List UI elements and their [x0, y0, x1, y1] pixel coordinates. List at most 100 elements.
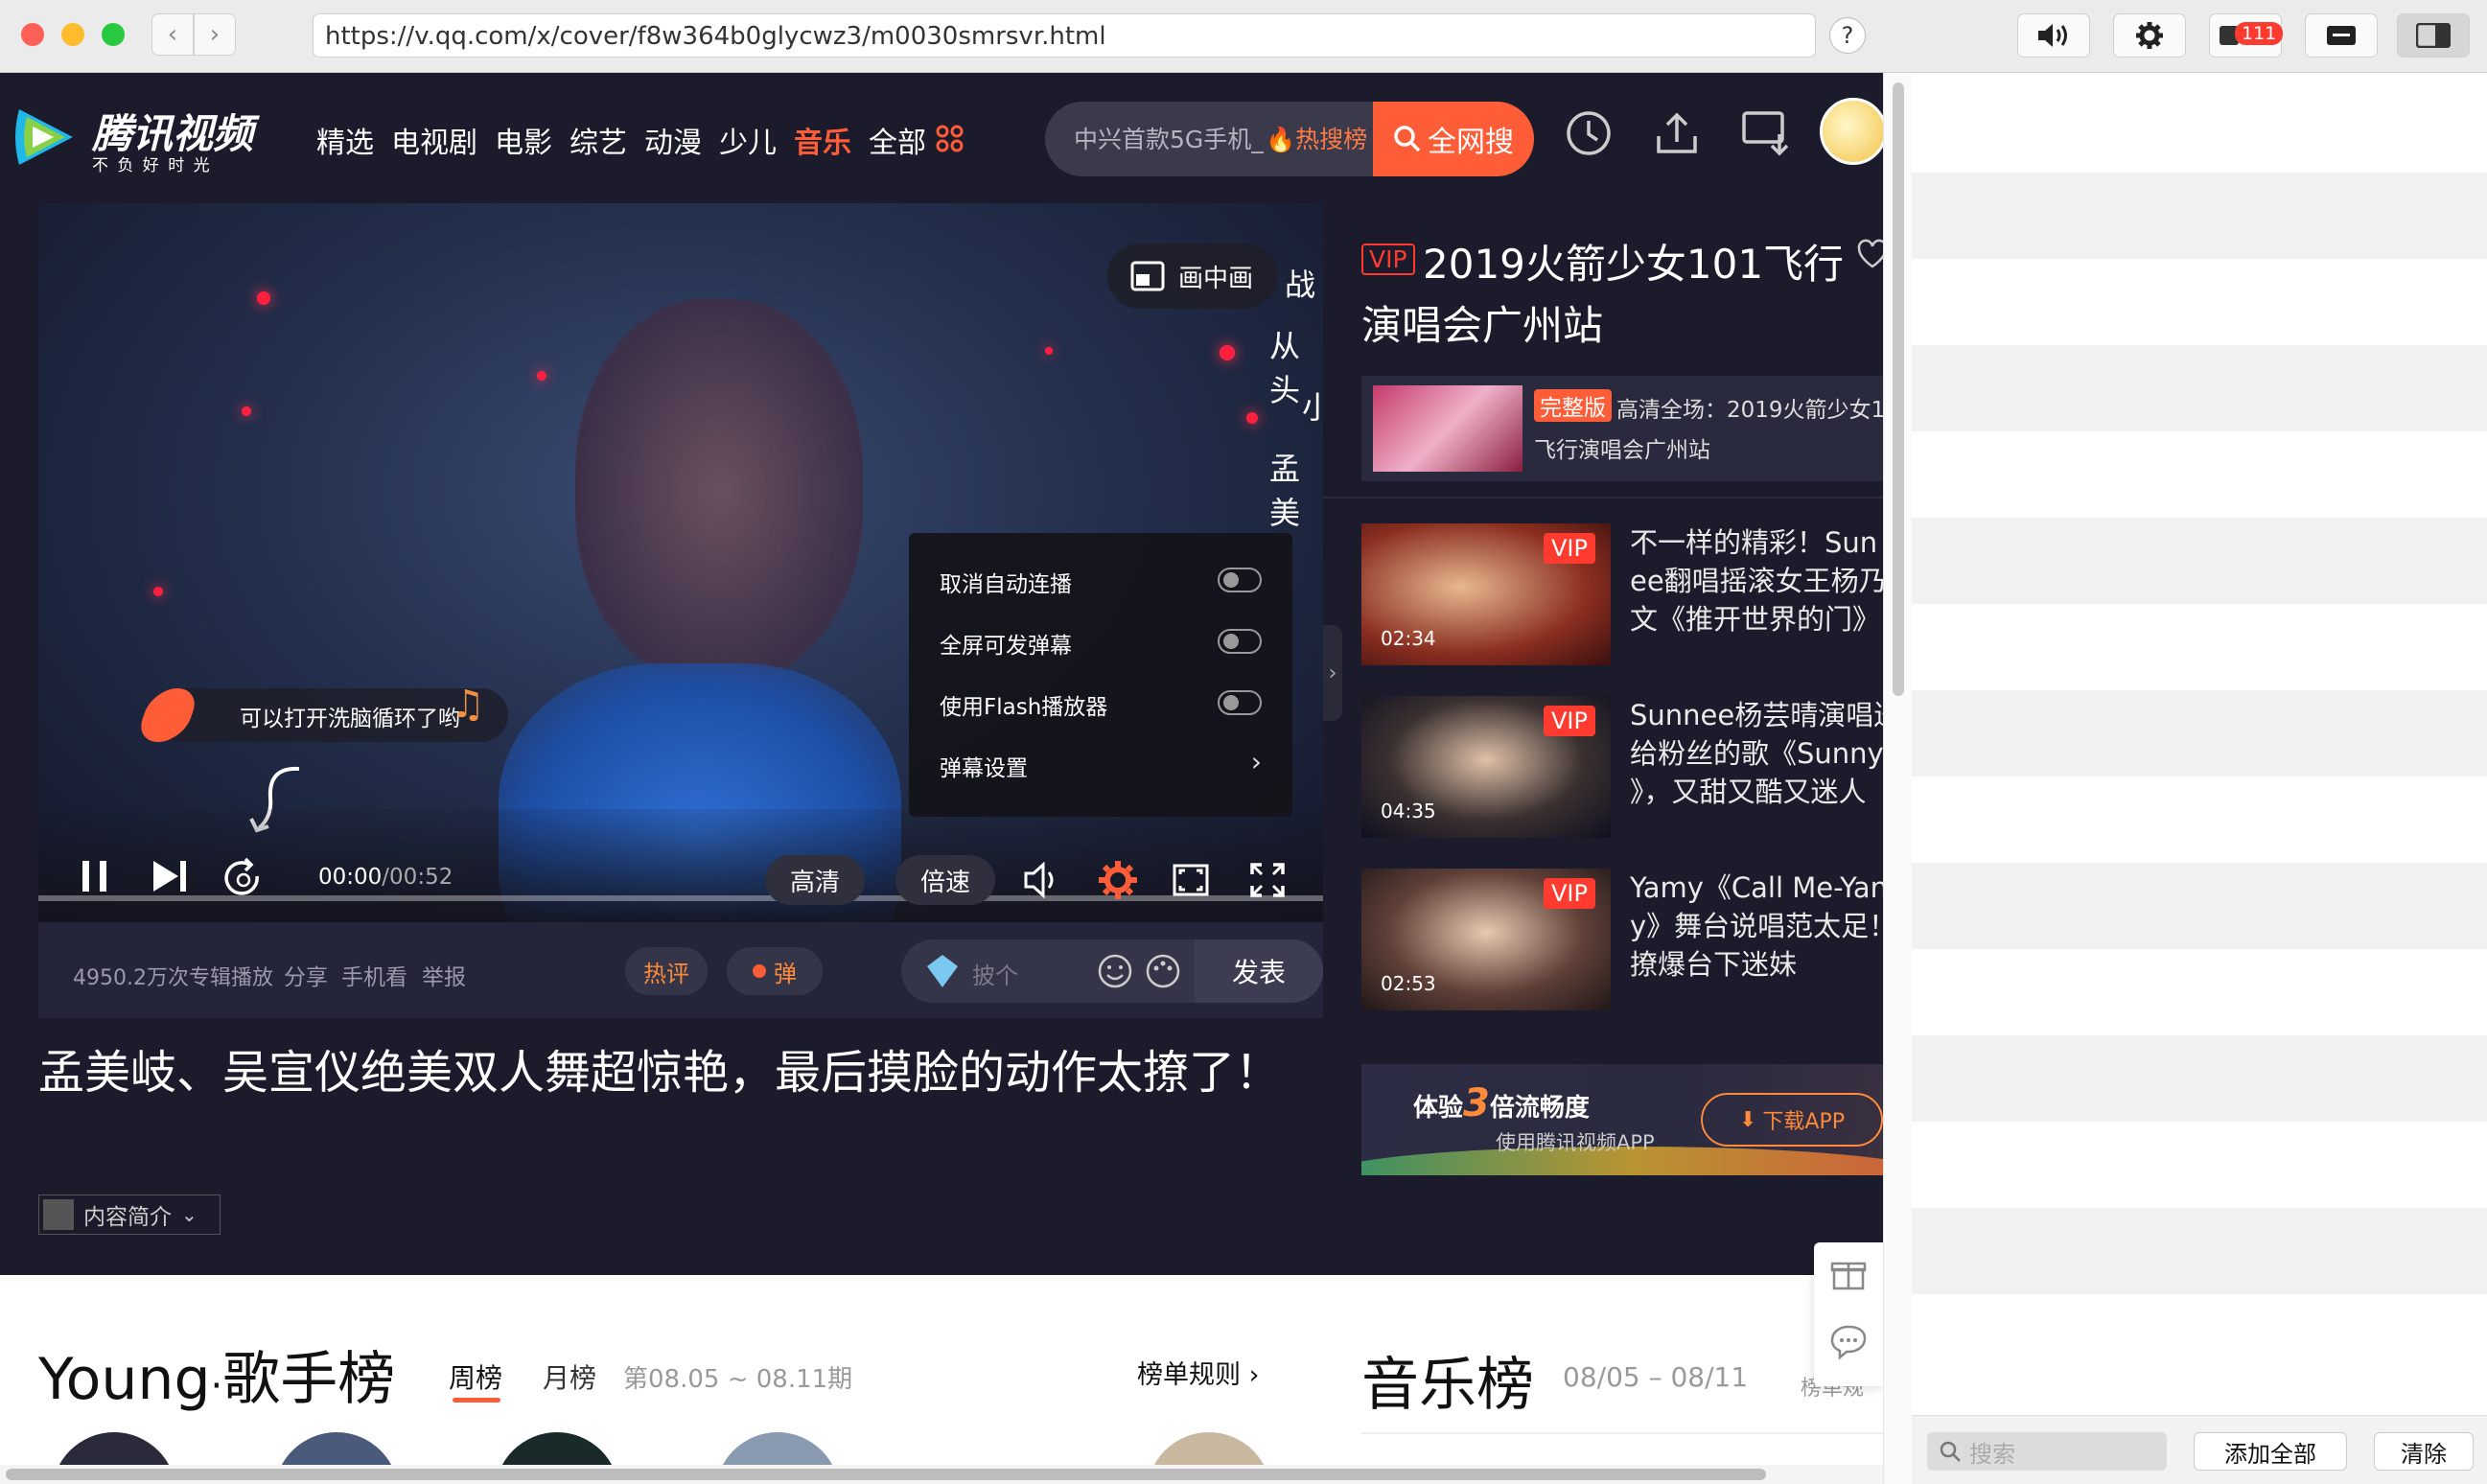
scrollbar-thumb[interactable]: [1893, 82, 1904, 696]
chart1-rules-link[interactable]: 榜单规则 ›: [1137, 1354, 1259, 1391]
toggle-autoplay[interactable]: [1218, 568, 1262, 592]
pip-button[interactable]: 画中画: [1107, 243, 1278, 309]
video-title-line[interactable]: y》舞台说唱范太足！: [1630, 907, 1883, 945]
music-note-icon: ♫: [451, 683, 485, 727]
pause-icon[interactable]: [77, 857, 115, 895]
full-version-thumbnail: [1373, 385, 1522, 472]
horizontal-scrollbar[interactable]: [0, 1465, 1883, 1484]
avatar[interactable]: [1820, 98, 1883, 165]
video-title-line[interactable]: ee翻唱摇滚女王杨乃: [1630, 562, 1883, 600]
nav-item-movie[interactable]: 电影: [495, 119, 552, 161]
notification-extension-button[interactable]: 111: [2209, 13, 2284, 58]
video-title-line[interactable]: 不一样的精彩！Sun: [1630, 523, 1877, 562]
vip-diamond-icon: [927, 955, 958, 987]
gear-icon: [2136, 22, 2163, 49]
address-bar[interactable]: https://v.qq.com/x/cover/f8w364b0glycwz3…: [313, 13, 1816, 58]
divider: [1361, 1432, 1883, 1434]
search-input[interactable]: 中兴首款5G手机_: [1074, 121, 1264, 155]
gift-icon[interactable]: [1829, 1254, 1868, 1292]
collapse-panel-handle[interactable]: ›: [1323, 625, 1342, 721]
time-display: 00:00/00:52: [318, 865, 453, 890]
sidebar-search-input[interactable]: 搜索: [1927, 1432, 2167, 1471]
search-button[interactable]: 全网搜: [1373, 102, 1534, 176]
nav-item-anime[interactable]: 动漫: [644, 119, 702, 161]
vertical-scrollbar[interactable]: [1883, 73, 1912, 1484]
chart1-title-a: Young: [38, 1346, 211, 1413]
volume-icon[interactable]: [1022, 859, 1064, 901]
widescreen-icon[interactable]: [1172, 861, 1210, 899]
fullscreen-icon[interactable]: [1248, 861, 1287, 899]
lyric-line: 小: [1302, 389, 1323, 426]
settings-gear-icon[interactable]: [1097, 859, 1139, 901]
danmu-toggle[interactable]: 弹: [727, 947, 823, 995]
tab-week[interactable]: 周榜: [449, 1357, 502, 1396]
intro-toggle[interactable]: 内容简介 ⌄: [38, 1194, 221, 1235]
clear-button[interactable]: 清除: [2374, 1432, 2474, 1471]
video-title-line[interactable]: 文《推开世界的门》: [1630, 600, 1880, 638]
loop-icon[interactable]: [222, 857, 265, 899]
intro-label: 内容简介: [83, 1205, 172, 1230]
video-title-line[interactable]: 撩爆台下迷妹: [1630, 945, 1797, 984]
mobile-watch-link[interactable]: 手机看: [341, 959, 407, 991]
forward-button[interactable]: ›: [194, 13, 236, 56]
video-duration: 02:34: [1381, 627, 1436, 650]
nav-item-tv[interactable]: 电视剧: [391, 119, 477, 161]
notification-badge: 111: [2235, 22, 2284, 45]
chart-section: Young·歌手榜 周榜 月榜 第08.05 ~ 08.11期 榜单规则 › 音…: [0, 1275, 1883, 1484]
next-icon[interactable]: [150, 857, 192, 895]
nav-item-kids[interactable]: 少儿: [719, 119, 777, 161]
album-title-line2: 演唱会广州站: [1361, 302, 1604, 349]
scrollbar-thumb[interactable]: [6, 1469, 1766, 1480]
video-title-line[interactable]: Sunnee杨芸晴演唱送: [1630, 696, 1883, 734]
hot-comment-button[interactable]: 热评: [625, 947, 708, 995]
video-title-line[interactable]: 给粉丝的歌《Sunny: [1630, 734, 1883, 773]
chart1-rules-label: 榜单规则: [1137, 1360, 1241, 1390]
message-extension-button[interactable]: [2305, 13, 2378, 58]
speed-button[interactable]: 倍速: [895, 855, 995, 905]
logo-slogan: 不 负 好 时 光: [92, 156, 212, 175]
history-icon[interactable]: [1565, 109, 1613, 157]
hot-search-link[interactable]: 🔥热搜榜: [1266, 121, 1367, 155]
banner-headline: 体验3倍流畅度: [1413, 1081, 1590, 1125]
settings-extension-button[interactable]: [2113, 13, 2186, 58]
floating-toolbar: [1814, 1242, 1883, 1386]
close-window-button[interactable]: [21, 23, 44, 46]
add-all-button[interactable]: 添加全部: [2194, 1432, 2347, 1471]
message-icon: [2327, 26, 2356, 45]
nav-item-variety[interactable]: 综艺: [569, 119, 627, 161]
audio-button[interactable]: [2017, 13, 2090, 58]
tab-active-indicator: [453, 1398, 500, 1403]
toggle-flash[interactable]: [1218, 690, 1262, 715]
menu-item-danmu-settings[interactable]: 弹幕设置: [940, 750, 1266, 782]
video-title-line[interactable]: Yamy《Call Me-Yan: [1630, 869, 1883, 907]
tencent-video-logo[interactable]: [12, 104, 79, 171]
full-version-badge: 完整版: [1534, 389, 1612, 422]
grid-icon[interactable]: [936, 125, 965, 153]
danmu-input[interactable]: 披个: [972, 957, 1018, 990]
feedback-icon[interactable]: [1829, 1323, 1868, 1361]
quality-button[interactable]: 高清: [765, 855, 865, 905]
sidebar-toggle-button[interactable]: [2397, 13, 2470, 58]
send-danmu-button[interactable]: 发表: [1195, 939, 1323, 1003]
download-client-icon[interactable]: [1741, 109, 1793, 157]
report-link[interactable]: 举报: [422, 959, 466, 991]
zoom-window-button[interactable]: [102, 23, 125, 46]
toggle-fullscreen-danmu[interactable]: [1218, 629, 1262, 654]
nav-item-music[interactable]: 音乐: [794, 119, 851, 161]
heart-icon[interactable]: [1856, 238, 1883, 270]
tab-month[interactable]: 月榜: [543, 1357, 596, 1396]
minimize-window-button[interactable]: [61, 23, 84, 46]
banner-text-a: 体验: [1413, 1094, 1464, 1123]
download-app-button[interactable]: ⬇ 下载APP: [1701, 1093, 1883, 1147]
play-logo-icon: [15, 109, 73, 165]
nav-item-all[interactable]: 全部: [869, 119, 926, 161]
back-button[interactable]: ‹: [151, 13, 194, 56]
help-icon[interactable]: ?: [1829, 17, 1866, 54]
share-link[interactable]: 分享: [284, 959, 328, 991]
nav-item-jingxuan[interactable]: 精选: [316, 119, 374, 161]
upload-icon[interactable]: [1653, 109, 1701, 157]
emoji-icon[interactable]: [1097, 953, 1133, 989]
video-title-line[interactable]: 》，又甜又酷又迷人: [1630, 773, 1867, 811]
palette-icon[interactable]: [1145, 953, 1181, 989]
chart2-title: 音乐榜: [1361, 1352, 1534, 1419]
